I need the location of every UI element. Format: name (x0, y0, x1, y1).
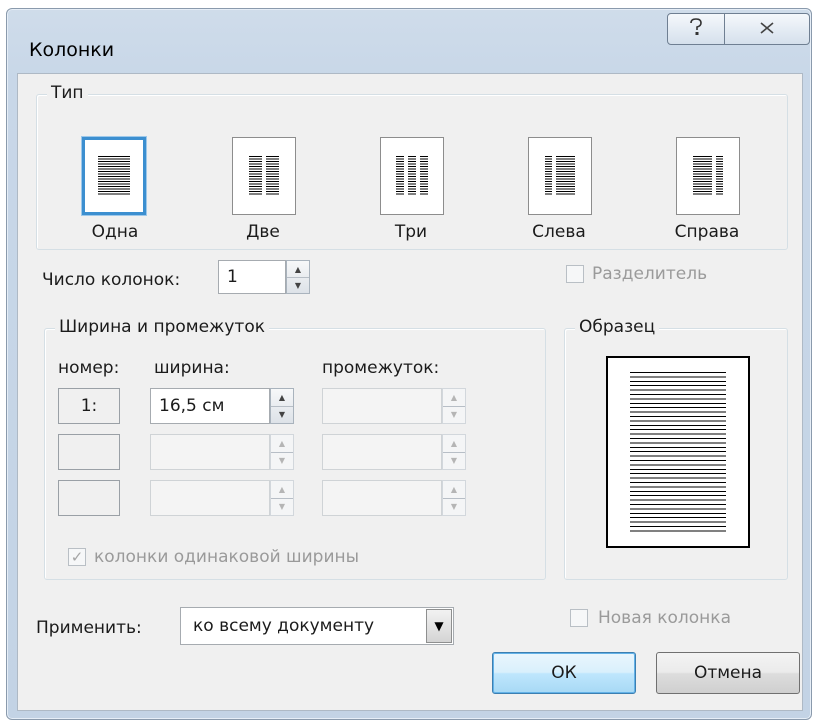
row-number (58, 434, 120, 470)
spin-up-icon[interactable]: ▲ (443, 435, 465, 453)
spacing-input[interactable] (322, 388, 442, 424)
preset-one-frame (81, 136, 147, 216)
cancel-button[interactable]: Отмена (656, 652, 800, 694)
preset-right-frame (676, 137, 740, 215)
three-columns-icon (396, 156, 428, 195)
help-button[interactable] (667, 13, 725, 45)
preset-one[interactable] (81, 136, 147, 216)
preset-three-label[interactable]: Три (356, 222, 466, 242)
col-number-header: номер: (58, 358, 120, 378)
spacing-input[interactable] (322, 434, 442, 470)
cancel-button-label: Отмена (693, 663, 763, 683)
one-column-icon (98, 156, 130, 195)
col-width-header: ширина: (154, 358, 230, 378)
spin-down-icon[interactable]: ▼ (443, 498, 465, 515)
dropdown-arrow-icon[interactable]: ▼ (426, 609, 452, 643)
preset-three-frame (380, 137, 444, 215)
preset-two-frame (232, 137, 296, 215)
right-column-icon (693, 156, 723, 195)
preset-two-label[interactable]: Две (208, 222, 318, 242)
width-spinner[interactable]: ▲ ▼ (270, 434, 294, 470)
left-column-icon (545, 156, 575, 195)
two-columns-icon (249, 156, 279, 195)
preview-text-lines (630, 372, 726, 532)
equal-width-label: колонки одинаковой ширины (94, 547, 360, 567)
width-input[interactable]: 16,5 см (150, 388, 270, 424)
spin-down-icon[interactable]: ▼ (271, 406, 293, 423)
close-button[interactable] (724, 13, 810, 45)
column-count-input[interactable]: 1 (218, 260, 286, 294)
column-count-label: Число колонок: (42, 270, 181, 290)
spin-down-icon[interactable]: ▼ (271, 452, 293, 469)
width-input[interactable] (150, 434, 270, 470)
ok-button[interactable]: ОК (492, 652, 636, 694)
width-value: 16,5 см (159, 396, 225, 416)
spin-down-icon[interactable]: ▼ (443, 406, 465, 423)
row-number-value: 1: (80, 396, 98, 416)
preset-two[interactable] (232, 137, 296, 215)
spin-up-icon[interactable]: ▲ (271, 435, 293, 453)
spin-up-icon[interactable]: ▲ (443, 389, 465, 407)
preset-left-label[interactable]: Слева (504, 222, 614, 242)
spin-up-icon[interactable]: ▲ (287, 261, 309, 278)
row-number: 1: (58, 388, 120, 424)
spacing-spinner[interactable]: ▲ ▼ (442, 434, 466, 470)
dialog-body: Тип Одна Две Три Слева Справа Число коло… (17, 73, 803, 711)
separator-label: Разделитель (592, 264, 708, 284)
spacing-spinner[interactable]: ▲ ▼ (442, 480, 466, 516)
spacing-input[interactable] (322, 480, 442, 516)
preset-right[interactable] (676, 137, 740, 215)
dialog-title: Колонки (29, 39, 115, 61)
spin-down-icon[interactable]: ▼ (443, 452, 465, 469)
spin-down-icon[interactable]: ▼ (287, 277, 309, 293)
apply-value: ко всему документу (193, 616, 375, 636)
apply-combobox[interactable]: ко всему документу ▼ (180, 607, 454, 645)
new-column-label: Новая колонка (598, 608, 731, 628)
row-number (58, 480, 120, 516)
new-column-checkbox[interactable] (570, 609, 588, 627)
spin-down-icon[interactable]: ▼ (271, 498, 293, 515)
preset-left-frame (528, 137, 592, 215)
preset-one-label[interactable]: Одна (60, 222, 170, 242)
preset-left[interactable] (528, 137, 592, 215)
column-count-value: 1 (227, 267, 238, 287)
spin-up-icon[interactable]: ▲ (271, 481, 293, 499)
columns-dialog: Колонки Тип Одна Две Три Слева Справа Чи… (6, 8, 812, 720)
preset-right-label[interactable]: Справа (652, 222, 762, 242)
width-spinner[interactable]: ▲ ▼ (270, 388, 294, 424)
width-spinner[interactable]: ▲ ▼ (270, 480, 294, 516)
close-x-icon (759, 19, 775, 40)
ok-button-label: ОК (551, 663, 577, 683)
width-spacing-label: Ширина и промежуток (55, 317, 269, 337)
preset-three[interactable] (380, 137, 444, 215)
col-spacing-header: промежуток: (322, 358, 440, 378)
preview-page (606, 356, 750, 548)
spin-up-icon[interactable]: ▲ (443, 481, 465, 499)
spin-up-icon[interactable]: ▲ (271, 389, 293, 407)
width-input[interactable] (150, 480, 270, 516)
spacing-spinner[interactable]: ▲ ▼ (442, 388, 466, 424)
separator-checkbox[interactable] (566, 265, 584, 283)
equal-width-checkbox[interactable]: ✓ (68, 548, 86, 566)
type-group-label: Тип (47, 83, 88, 103)
question-mark-icon (688, 17, 704, 42)
preview-label: Образец (575, 317, 660, 337)
column-count-spinner[interactable]: ▲ ▼ (286, 260, 310, 294)
apply-label: Применить: (36, 618, 142, 638)
